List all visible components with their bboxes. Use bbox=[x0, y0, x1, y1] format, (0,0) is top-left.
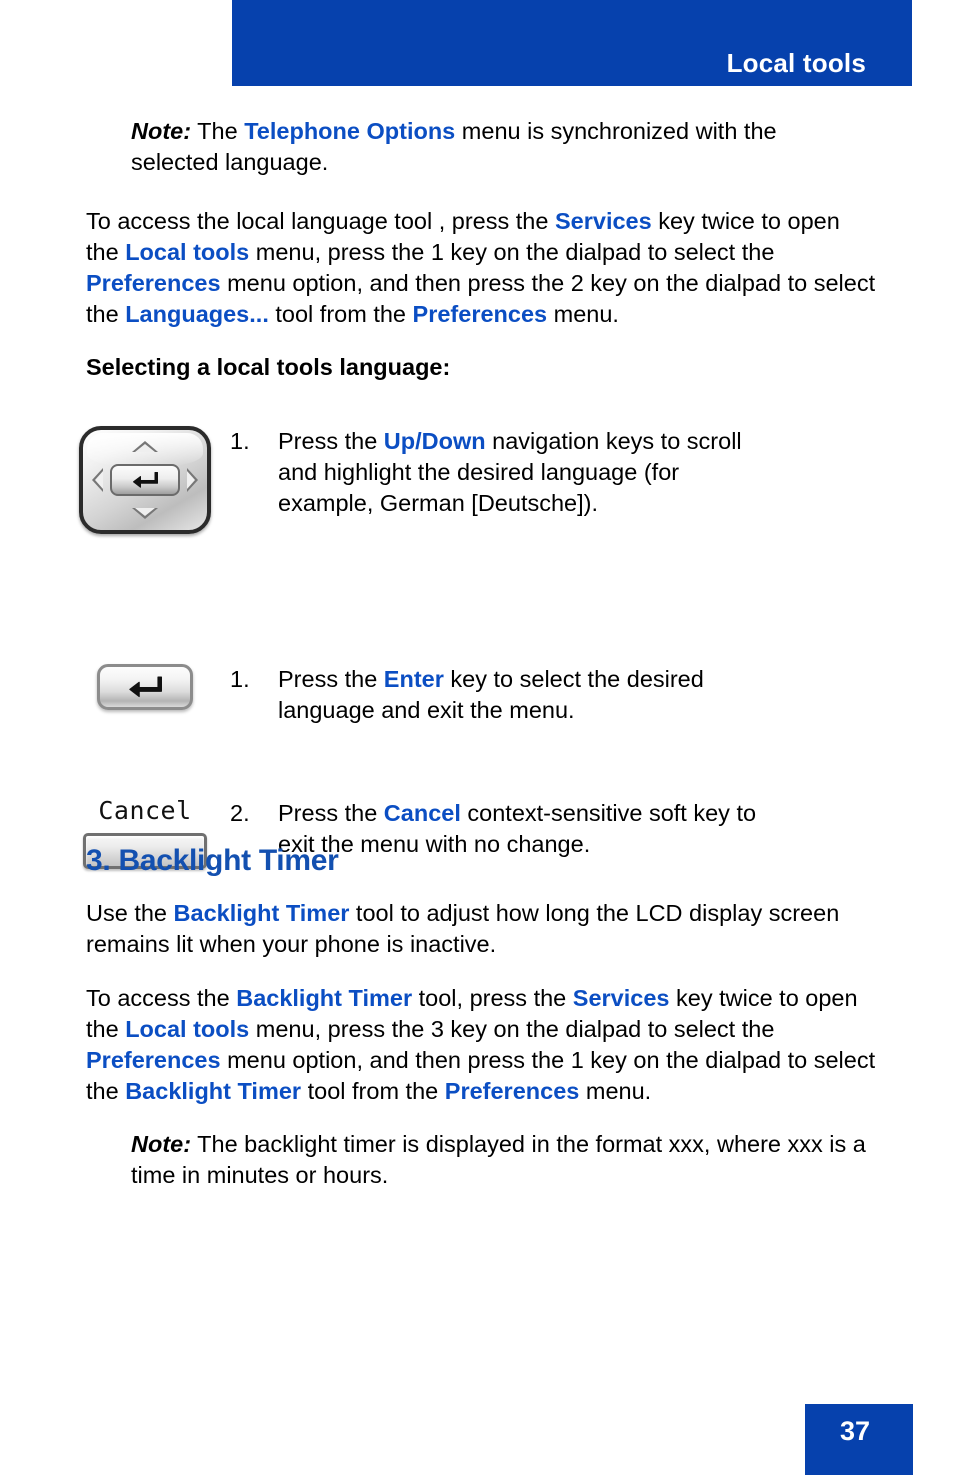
cancel-soft-key-label: Cancel bbox=[98, 796, 192, 825]
emphasis-enter: Enter bbox=[383, 666, 444, 692]
text-segment: tool, press the bbox=[412, 985, 573, 1011]
emphasis-backlight-timer-2: Backlight Timer bbox=[125, 1078, 302, 1104]
emphasis-preferences: Preferences bbox=[86, 1047, 221, 1073]
emphasis-preferences-2: Preferences bbox=[444, 1078, 580, 1104]
arrow-left-inner-icon bbox=[95, 471, 103, 489]
arrow-up-inner-icon bbox=[135, 444, 155, 452]
emphasis-services: Services bbox=[572, 985, 670, 1011]
enter-key-icon bbox=[97, 664, 193, 710]
step-text-navigation: 1. Press the Up/Down navigation keys to … bbox=[230, 426, 954, 519]
arrow-right-inner-icon bbox=[187, 471, 195, 489]
step-art-navigation bbox=[0, 426, 230, 534]
paragraph-access-local-language-tool: To access the local language tool , pres… bbox=[86, 206, 876, 330]
navigation-keys-icon bbox=[79, 426, 211, 534]
emphasis-telephone-options: Telephone Options bbox=[244, 118, 456, 144]
text-segment: tool from the bbox=[268, 301, 413, 327]
return-arrow-icon bbox=[129, 676, 162, 698]
note-label: Note: bbox=[131, 118, 192, 144]
text-segment: menu. bbox=[547, 301, 619, 327]
emphasis-services: Services bbox=[554, 208, 652, 234]
text-segment: To access the bbox=[86, 985, 237, 1011]
page-number: 37 bbox=[840, 1416, 871, 1446]
emphasis-preferences: Preferences bbox=[86, 270, 221, 296]
page-footer: 37 bbox=[805, 1404, 913, 1475]
emphasis-backlight-timer: Backlight Timer bbox=[173, 900, 350, 926]
step-number: 1. bbox=[230, 666, 250, 692]
text-segment: To access the local language tool , pres… bbox=[86, 208, 555, 234]
emphasis-cancel: Cancel bbox=[383, 800, 461, 826]
step-art-enter bbox=[0, 664, 230, 710]
step-body: Press the Cancel context-sensitive soft … bbox=[278, 798, 758, 860]
note-text: The backlight timer is displayed in the … bbox=[131, 1131, 866, 1188]
subheading-selecting-language: Selecting a local tools language: bbox=[86, 354, 451, 380]
arrow-down-inner-icon bbox=[135, 508, 155, 516]
step-text-enter: 1. Press the Enter key to select the des… bbox=[230, 664, 954, 726]
note-backlight-format: Note: The backlight timer is displayed i… bbox=[131, 1129, 891, 1191]
text-segment: Press the bbox=[278, 666, 384, 692]
paragraph-backlight-intro: Use the Backlight Timer tool to adjust h… bbox=[86, 898, 886, 960]
note-text-1: The bbox=[191, 118, 245, 144]
emphasis-preferences-2: Preferences bbox=[412, 301, 548, 327]
emphasis-up-down: Up/Down bbox=[383, 428, 486, 454]
enter-key-center-icon bbox=[110, 464, 180, 496]
step-body: Press the Enter key to select the desire… bbox=[278, 664, 758, 726]
text-segment: Press the bbox=[278, 428, 384, 454]
step-text-cancel: 2. Press the Cancel context-sensitive so… bbox=[230, 798, 954, 860]
section-heading-backlight-timer: 3. Backlight Timer bbox=[86, 844, 339, 877]
emphasis-languages: Languages... bbox=[125, 301, 269, 327]
text-segment: tool from the bbox=[301, 1078, 445, 1104]
note-telephone-options: Note: The Telephone Options menu is sync… bbox=[131, 116, 831, 178]
step-number: 1. bbox=[230, 428, 250, 454]
note-label: Note: bbox=[131, 1131, 192, 1157]
paragraph-backlight-access: To access the Backlight Timer tool, pres… bbox=[86, 983, 876, 1107]
emphasis-local-tools: Local tools bbox=[125, 1016, 250, 1042]
emphasis-backlight-timer: Backlight Timer bbox=[236, 985, 413, 1011]
page-header: Local tools bbox=[232, 0, 912, 86]
text-segment: menu. bbox=[579, 1078, 652, 1104]
text-segment: menu, press the 3 key on the dialpad to … bbox=[249, 1016, 775, 1042]
step-body: Press the Up/Down navigation keys to scr… bbox=[278, 426, 758, 519]
emphasis-local-tools: Local tools bbox=[125, 239, 250, 265]
page-header-title: Local tools bbox=[726, 48, 866, 78]
text-segment: Press the bbox=[278, 800, 384, 826]
text-segment: Use the bbox=[86, 900, 174, 926]
step-row-navigation: 1. Press the Up/Down navigation keys to … bbox=[0, 426, 954, 534]
return-arrow-icon bbox=[133, 472, 158, 488]
text-segment: menu, press the 1 key on the dialpad to … bbox=[249, 239, 775, 265]
step-row-enter: 1. Press the Enter key to select the des… bbox=[0, 664, 954, 726]
steps-list: 1. Press the Up/Down navigation keys to … bbox=[0, 426, 954, 869]
